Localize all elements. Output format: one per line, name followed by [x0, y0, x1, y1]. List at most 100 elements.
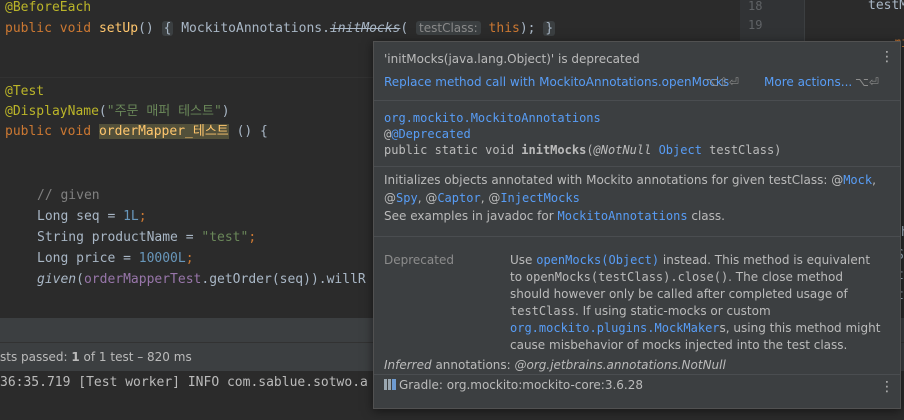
code-text: Long price = — [37, 251, 139, 266]
replace-method-action[interactable]: Replace method call with MockitoAnnotati… — [384, 75, 729, 89]
deprecated-text-5: org.mockito.plugins.MockMakers, using th… — [510, 321, 880, 335]
injectmocks-link[interactable]: InjectMocks — [500, 191, 579, 205]
code-text: () { — [228, 124, 268, 139]
line-number: 19 — [748, 18, 763, 32]
code-line-setup: public void setUp() { MockitoAnnotations… — [5, 18, 556, 38]
signature-paren: ( — [586, 143, 594, 157]
code-line-displayname: @DisplayName("주문 매퍼 테스트") — [5, 102, 230, 122]
method-name: setUp — [98, 21, 139, 36]
paren: ) — [221, 104, 230, 119]
deprecated-text: . If using static-mocks or custom — [575, 304, 771, 318]
fold-marker[interactable]: { — [161, 21, 174, 36]
deprecated-annotation-link[interactable]: @Deprecated — [391, 127, 470, 141]
description-line-1: Initializes objects annotated with Mocki… — [384, 173, 876, 187]
field-ref: orderMapperTest — [83, 272, 202, 287]
description-line-2: @Spy, @Captor, @InjectMocks — [384, 191, 580, 205]
inferred-text: annotations: — [431, 358, 515, 372]
description-text: @ — [384, 191, 396, 205]
spy-link[interactable]: Spy — [396, 191, 418, 205]
deprecation-popup[interactable]: 'initMocks(java.lang.Object)' is depreca… — [373, 41, 901, 409]
paren: () — [138, 21, 154, 36]
code-line-test: @Test — [5, 82, 44, 102]
code-line-comment: // given — [37, 186, 100, 206]
code-text: .getOrder(seq)).willR — [201, 272, 366, 287]
deprecated-text-4: testClass. If using static-mocks or cust… — [510, 304, 771, 318]
signature-line: public static void initMocks(@NotNull Ob… — [384, 143, 781, 157]
method-call: given — [37, 272, 77, 287]
deprecated-code: openMocks(testClass).close() — [525, 270, 729, 284]
number-literal: 10000L — [138, 251, 186, 266]
deprecated-code: testClass — [510, 304, 576, 318]
description-text: , — [872, 173, 876, 187]
comment: // given — [37, 188, 100, 203]
deprecated-text-6: cause misbehavior of mocks injected into… — [510, 338, 848, 352]
popup-divider — [374, 100, 900, 101]
mockmaker-link[interactable]: org.mockito.plugins.MockMaker — [510, 321, 720, 335]
popup-divider — [374, 236, 900, 237]
description-line-3: See examples in javadoc for MockitoAnnot… — [384, 209, 725, 223]
code-line-ordermapper: public void orderMapper_테스트 () { — [5, 122, 268, 142]
paren: ( — [98, 104, 107, 119]
deprecated-text-3: should however only be called after comp… — [510, 287, 848, 301]
fold-marker[interactable]: } — [543, 21, 556, 36]
popup-divider — [374, 374, 900, 375]
more-actions-link[interactable]: More actions... — [764, 75, 852, 89]
split-code-text: testM — [868, 0, 904, 13]
description-text: , @ — [417, 191, 438, 205]
more-options-icon[interactable]: ⋮ — [880, 49, 894, 65]
annotation-text: @DisplayName — [5, 104, 99, 119]
deprecated-label: Deprecated — [384, 253, 454, 267]
paren: ( — [400, 21, 409, 36]
signature-method: initMocks — [521, 143, 587, 157]
paren: ( — [76, 272, 84, 287]
openmocks-link[interactable]: openMocks(Object) — [536, 253, 659, 267]
mock-link[interactable]: Mock — [843, 173, 872, 187]
line-number: 18 — [748, 0, 763, 13]
string-literal: "주문 매퍼 테스트" — [106, 104, 222, 119]
code-line-given: given(orderMapperTest.getOrder(seq)).wil… — [37, 270, 366, 290]
signature-package[interactable]: org.mockito.MockitoAnnotations — [384, 111, 601, 125]
inferred-label: Inferred — [384, 358, 432, 372]
inferred-value: @org.jetbrains.annotations.NotNull — [514, 358, 726, 372]
more-actions-shortcut: ⌥⏎ — [855, 75, 879, 89]
mockitoannotations-link[interactable]: MockitoAnnotations — [558, 209, 688, 223]
code-line-beforeeach: @BeforeEach — [5, 0, 91, 18]
library-icon — [384, 379, 396, 390]
semicolon: ; — [185, 251, 194, 266]
code-line-price: Long price = 10000L; — [37, 249, 194, 269]
gradle-text: Gradle: org.mockito:mockito-core:3.6.28 — [399, 378, 643, 392]
semicolon: ; — [138, 209, 147, 224]
inferred-annotations: Inferred annotations: @org.jetbrains.ann… — [384, 358, 726, 372]
deprecated-text: Use — [510, 253, 537, 267]
signature-prefix: public static void — [384, 143, 522, 157]
replace-shortcut: ⌥⇧⏎ — [705, 75, 739, 89]
deprecated-text-1: Use openMocks(Object) instead. This meth… — [510, 253, 870, 267]
more-options-icon[interactable]: ⋮ — [880, 379, 894, 395]
class-ref: MockitoAnnotations. — [181, 21, 330, 36]
keyword: void — [59, 21, 92, 36]
method-name[interactable]: orderMapper_테스트 — [98, 124, 229, 139]
annotation-text: @Test — [5, 84, 45, 99]
semicolon: ; — [248, 230, 257, 245]
notnull-annotation: @NotNull — [593, 143, 652, 157]
description-text: , @ — [480, 191, 501, 205]
number-literal: 1L — [123, 209, 139, 224]
keyword: public — [5, 21, 52, 36]
code-line-productname: String productName = "test"; — [37, 228, 256, 248]
popup-divider — [374, 166, 900, 167]
deprecated-text: . The close method — [728, 270, 843, 284]
popup-title: 'initMocks(java.lang.Object)' is depreca… — [384, 52, 640, 66]
object-type-link[interactable]: Object — [659, 143, 702, 157]
deprecated-method[interactable]: initMocks — [330, 21, 400, 36]
tests-suffix: of 1 test – 820 ms — [79, 350, 192, 364]
deprecated-text-2: to openMocks(testClass).close(). The clo… — [510, 270, 843, 284]
code-line-seq: Long seq = 1L; — [37, 207, 147, 227]
description-text: See examples in javadoc for — [384, 209, 558, 223]
deprecated-text: instead. This method is equivalent — [659, 253, 871, 267]
tests-prefix: sts passed: — [0, 350, 72, 364]
description-text: Initializes objects annotated with Mocki… — [384, 173, 844, 187]
code-text: String productName = — [37, 230, 202, 245]
keyword: public — [5, 124, 52, 139]
deprecated-text: s, using this method might — [719, 321, 881, 335]
captor-link[interactable]: Captor — [437, 191, 480, 205]
